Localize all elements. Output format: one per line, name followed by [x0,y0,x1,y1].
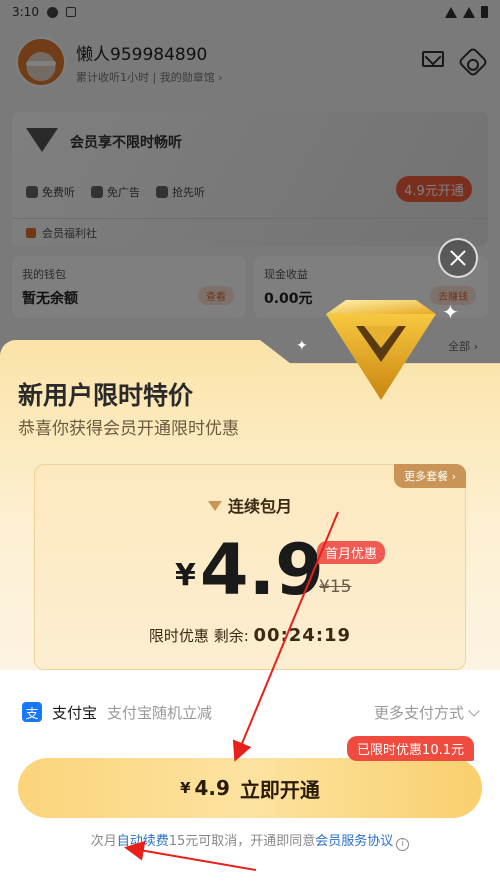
sparkle-icon: ✦ [442,300,459,324]
price-amount: 4.9 [199,529,324,611]
countdown-label: 限时优惠 剩余: [148,627,249,645]
auto-renew-link[interactable]: 自动续费 [117,834,169,849]
countdown-timer: 00:24:19 [253,625,352,646]
terms-footer: 次月自动续费15元可取消，开通即同意会员服务协议 i [0,830,500,851]
service-agreement-link[interactable]: 会员服务协议 [315,834,393,849]
cta-currency: ¥ [180,779,191,797]
more-payment-methods[interactable]: 更多支付方式 [374,702,480,723]
chevron-down-icon [468,704,480,717]
promo-subline: 恭喜你获得会员开通限时优惠 [18,419,239,439]
more-plans-button[interactable]: 更多套餐 › [394,464,466,488]
alipay-icon: 支 [22,702,42,722]
vip-small-icon [207,501,222,511]
price-currency: ¥ [175,558,196,593]
sparkle-icon: ✦ [296,338,308,354]
payment-method-row[interactable]: 支 支付宝 支付宝随机立减 更多支付方式 [22,698,480,726]
promo-headline: 新用户限时特价 [18,381,194,410]
price-row: ¥ 4.9 [175,535,324,605]
close-icon[interactable] [438,238,478,278]
open-now-button[interactable]: ¥ 4.9 立即开通 [18,758,482,818]
first-month-badge: 首月优惠 [317,541,386,564]
info-icon[interactable]: i [396,838,410,851]
vip-diamond-icon [326,300,436,400]
plan-card-monthly[interactable]: 更多套餐 › 连续包月 ¥ 4.9 首月优惠 ¥15 限时优惠 剩余: 00:2… [34,464,466,670]
payment-desc: 支付宝随机立减 [107,703,213,722]
limited-discount-tag: 已限时优惠10.1元 [347,736,474,761]
payment-name: 支付宝 [52,703,98,722]
cta-label: 立即开通 [239,777,320,802]
countdown: 限时优惠 剩余: 00:24:19 [35,625,465,646]
plan-name: 连续包月 [35,493,465,517]
cta-amount: 4.9 [194,776,230,800]
original-price: ¥15 [319,577,352,597]
